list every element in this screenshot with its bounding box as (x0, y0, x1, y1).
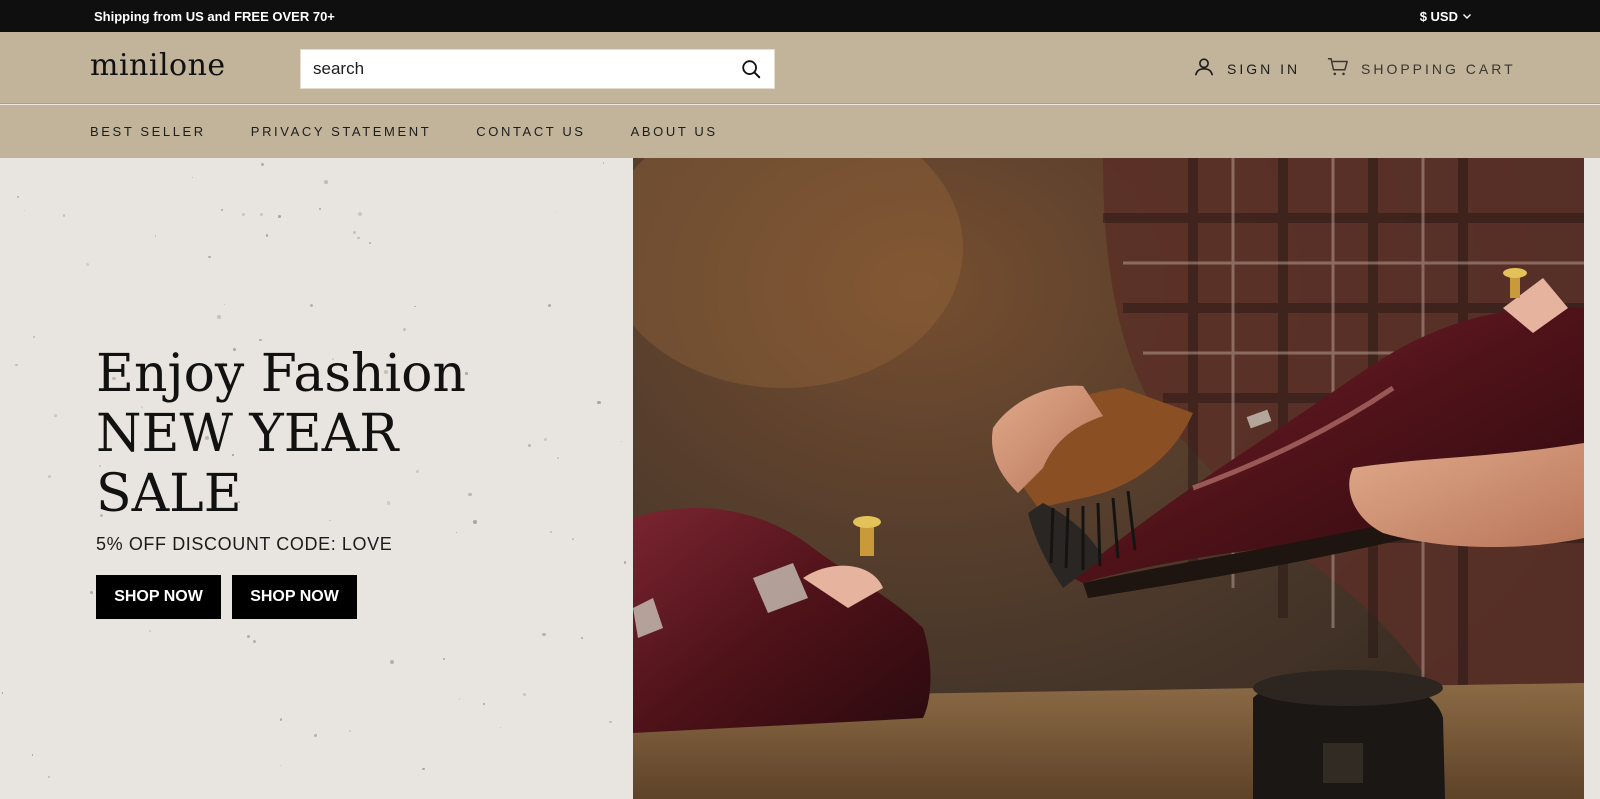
texture-speck (217, 315, 221, 320)
texture-speck (62, 214, 66, 217)
hero-title-line: SALE (96, 464, 242, 524)
texture-speck (358, 212, 362, 216)
currency-selector[interactable]: $ USD (1420, 9, 1472, 24)
texture-speck (220, 208, 223, 211)
texture-speck (265, 234, 269, 237)
texture-speck (191, 176, 194, 179)
texture-speck (357, 236, 360, 240)
texture-speck (253, 639, 256, 643)
texture-speck (258, 338, 262, 342)
announcement-text: Shipping from US and FREE OVER 70+ (94, 8, 335, 24)
site-logo[interactable]: minilone (90, 48, 226, 83)
texture-speck (456, 531, 458, 533)
texture-speck (609, 720, 612, 723)
shop-now-button[interactable]: SHOP NOW (96, 575, 221, 619)
texture-speck (246, 634, 250, 638)
search-bar (300, 49, 775, 89)
texture-speck (422, 768, 425, 771)
texture-speck (208, 255, 211, 259)
texture-speck (542, 632, 546, 637)
texture-speck (549, 531, 552, 534)
sign-in-label: SIGN IN (1227, 60, 1301, 77)
texture-speck (581, 636, 584, 639)
texture-speck (277, 214, 281, 218)
texture-speck (523, 693, 526, 697)
texture-speck (528, 444, 531, 447)
search-icon[interactable] (740, 58, 762, 80)
texture-speck (368, 241, 371, 244)
hero-image (633, 158, 1584, 799)
texture-speck (17, 196, 20, 199)
announcement-bar: Shipping from US and FREE OVER 70+ $ USD (0, 0, 1600, 32)
hero-title-line: Enjoy Fashion (96, 344, 466, 404)
nav-item-contact-us[interactable]: CONTACT US (476, 124, 585, 139)
texture-speck (154, 235, 156, 237)
texture-speck (353, 231, 356, 234)
texture-speck (468, 492, 472, 497)
texture-speck (319, 207, 322, 211)
texture-speck (32, 335, 36, 338)
texture-speck (414, 305, 416, 308)
texture-speck (348, 729, 351, 732)
texture-speck (602, 162, 605, 165)
texture-speck (324, 180, 328, 185)
texture-speck (473, 520, 477, 524)
currency-label: $ USD (1419, 8, 1458, 24)
texture-speck (1, 692, 4, 694)
texture-speck (556, 456, 559, 459)
nav-item-about-us[interactable]: ABOUT US (631, 124, 718, 139)
hero-text-panel: Enjoy Fashion NEW YEAR SALE 5% OFF DISCO… (0, 158, 633, 799)
texture-speck (242, 213, 245, 217)
texture-speck (224, 304, 226, 306)
search-input[interactable] (313, 59, 740, 79)
shop-now-button-secondary[interactable]: SHOP NOW (232, 575, 357, 619)
texture-speck (149, 629, 151, 632)
texture-speck (571, 538, 574, 541)
chevron-down-icon (1462, 9, 1472, 24)
texture-speck (597, 400, 601, 405)
texture-speck (259, 212, 264, 217)
hero-subtitle: 5% OFF DISCOUNT CODE: LOVE (96, 534, 393, 554)
texture-speck (442, 657, 446, 661)
texture-speck (15, 363, 18, 367)
nav-item-best-seller[interactable]: BEST SELLER (90, 124, 206, 139)
texture-speck (279, 764, 282, 767)
texture-speck (261, 163, 264, 166)
texture-speck (90, 590, 94, 594)
texture-speck (279, 718, 283, 721)
texture-speck (314, 733, 318, 737)
texture-speck (555, 210, 557, 212)
nav-item-privacy-statement[interactable]: PRIVACY STATEMENT (251, 124, 431, 139)
texture-speck (86, 262, 90, 266)
hero-buttons: SHOP NOW SHOP NOW (96, 575, 357, 619)
texture-speck (544, 438, 547, 441)
texture-speck (458, 698, 461, 700)
texture-speck (402, 328, 406, 332)
sign-in-link[interactable]: SIGN IN (1193, 56, 1300, 81)
shopping-cart-link[interactable]: SHOPPING CART (1327, 56, 1516, 81)
user-icon (1193, 56, 1215, 81)
hero-title-line: NEW YEAR (96, 404, 399, 464)
texture-speck (620, 440, 623, 443)
texture-speck (47, 775, 50, 778)
texture-speck (499, 727, 502, 729)
texture-speck (23, 209, 26, 212)
hero-title: Enjoy Fashion NEW YEAR SALE (96, 344, 466, 524)
texture-speck (310, 303, 314, 308)
texture-speck (390, 659, 394, 664)
page-gutter (1584, 158, 1600, 799)
texture-speck (54, 414, 58, 417)
cart-label: SHOPPING CART (1361, 60, 1516, 77)
texture-speck (48, 474, 52, 478)
texture-speck (623, 561, 627, 564)
texture-speck (482, 703, 485, 705)
texture-speck (31, 754, 34, 756)
texture-speck (547, 303, 551, 307)
cart-icon (1327, 56, 1349, 81)
site-header: minilone SIGN IN SHOPPING CART (0, 32, 1600, 104)
main-nav: BEST SELLER PRIVACY STATEMENT CONTACT US… (0, 105, 1600, 158)
